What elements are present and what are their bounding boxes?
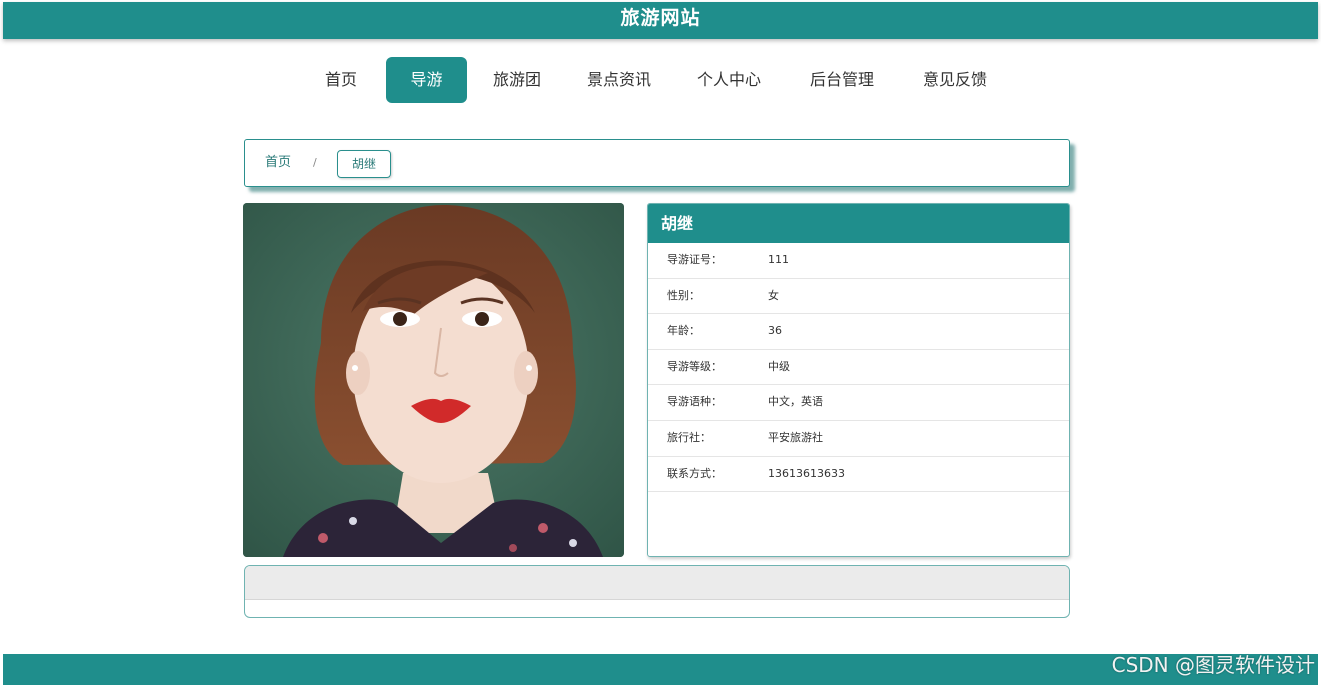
watermark: CSDN @图灵软件设计 — [1111, 653, 1315, 677]
top-header-bar: 旅游网站 — [3, 2, 1318, 39]
main-nav: 首页 导游 旅游团 景点资讯 个人中心 后台管理 意见反馈 — [0, 57, 1321, 103]
guide-portrait-image — [243, 203, 624, 557]
page: 旅游网站 首页 导游 旅游团 景点资讯 个人中心 后台管理 意见反馈 首页 / … — [0, 0, 1321, 687]
nav-item-attraction-news[interactable]: 景点资讯 — [580, 57, 658, 103]
guide-info-card: 胡继 导游证号： 111 性别： 女 年龄： 36 导游等级： 中级 导游语种：… — [647, 203, 1070, 557]
info-row-gender: 性别： 女 — [648, 279, 1069, 315]
info-row-language: 导游语种： 中文，英语 — [648, 385, 1069, 421]
info-label: 导游语种： — [667, 395, 722, 409]
nav-item-tour-group[interactable]: 旅游团 — [486, 57, 548, 103]
info-label: 年龄： — [667, 324, 700, 338]
info-row-license: 导游证号： 111 — [648, 243, 1069, 279]
info-row-contact: 联系方式： 13613613633 — [648, 457, 1069, 493]
guide-name-heading: 胡继 — [648, 204, 1069, 243]
info-value: 女 — [768, 288, 779, 302]
info-label: 旅行社： — [667, 430, 711, 444]
info-value: 111 — [768, 253, 789, 266]
info-label: 性别： — [667, 288, 700, 302]
info-row-level: 导游等级： 中级 — [648, 350, 1069, 386]
bottom-panel — [244, 565, 1070, 618]
breadcrumb-separator: / — [313, 156, 317, 169]
breadcrumb-current: 胡继 — [337, 150, 391, 178]
info-label: 联系方式： — [667, 466, 722, 480]
breadcrumb-home-link[interactable]: 首页 — [265, 140, 291, 186]
site-title: 旅游网站 — [620, 7, 701, 29]
breadcrumb: 首页 / 胡继 — [244, 139, 1070, 187]
info-value: 平安旅游社 — [768, 430, 823, 444]
nav-item-user-center[interactable]: 个人中心 — [690, 57, 768, 103]
info-label: 导游证号： — [667, 253, 722, 266]
bottom-panel-header — [245, 566, 1069, 600]
info-row-agency: 旅行社： 平安旅游社 — [648, 421, 1069, 457]
info-label: 导游等级： — [667, 359, 722, 373]
info-row-age: 年龄： 36 — [648, 314, 1069, 350]
nav-item-guide[interactable]: 导游 — [386, 57, 467, 103]
info-value: 36 — [768, 324, 782, 338]
info-value: 中级 — [768, 359, 790, 373]
info-value: 中文，英语 — [768, 395, 823, 409]
guide-photo — [243, 203, 624, 557]
nav-item-feedback[interactable]: 意见反馈 — [916, 57, 994, 103]
info-value: 13613613633 — [768, 466, 845, 480]
nav-item-home[interactable]: 首页 — [318, 57, 364, 103]
nav-item-admin[interactable]: 后台管理 — [803, 57, 881, 103]
